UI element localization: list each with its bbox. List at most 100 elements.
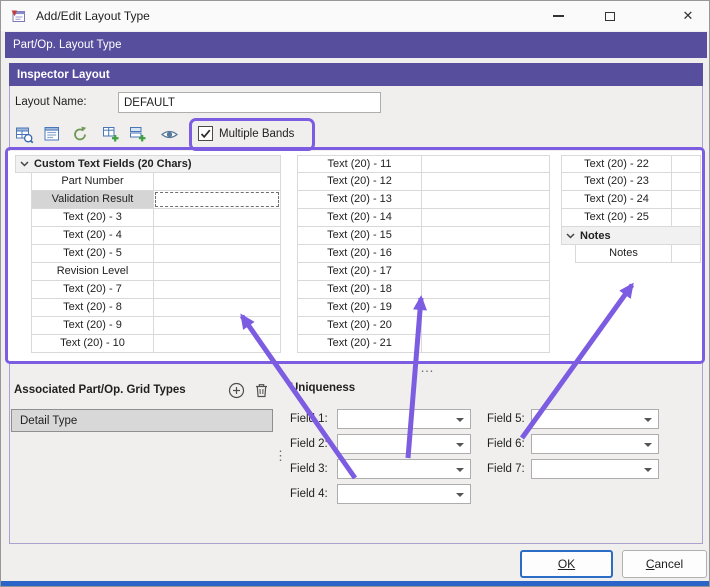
row-label[interactable]: Text (20) - 7 [32, 281, 154, 298]
row-value[interactable] [154, 245, 280, 262]
row-value[interactable] [154, 173, 280, 190]
grid-row[interactable]: Text (20) - 7 [31, 281, 281, 299]
vertical-splitter-handle[interactable]: ⋮ [274, 448, 287, 464]
group-header[interactable]: Notes [561, 227, 701, 245]
row-label[interactable]: Validation Result [32, 191, 154, 208]
cancel-button[interactable]: Cancel [622, 550, 707, 578]
row-value[interactable] [422, 156, 549, 172]
list-item[interactable]: Detail Type [11, 409, 273, 432]
field-combo[interactable] [337, 459, 471, 479]
preview-eye-icon[interactable] [159, 124, 179, 144]
ok-button[interactable]: OK [520, 550, 613, 578]
row-value[interactable] [422, 263, 549, 280]
row-label[interactable]: Revision Level [32, 263, 154, 280]
row-value[interactable] [422, 335, 549, 352]
row-value[interactable] [422, 227, 549, 244]
row-value[interactable] [422, 281, 549, 298]
row-value[interactable] [154, 191, 280, 208]
grid-row[interactable]: Part Number [31, 173, 281, 191]
card-view-icon[interactable] [42, 124, 62, 144]
refresh-icon[interactable] [70, 124, 90, 144]
group-header[interactable]: Custom Text Fields (20 Chars) [15, 155, 281, 173]
row-label[interactable]: Text (20) - 11 [298, 156, 422, 172]
grid-row[interactable]: Text (20) - 10 [31, 335, 281, 353]
row-label[interactable]: Text (20) - 25 [562, 209, 672, 226]
row-label[interactable]: Text (20) - 14 [298, 209, 422, 226]
row-label[interactable]: Text (20) - 18 [298, 281, 422, 298]
grid-row[interactable]: Text (20) - 16 [297, 245, 550, 263]
row-value[interactable] [672, 156, 700, 172]
grid-row[interactable]: Text (20) - 3 [31, 209, 281, 227]
row-label[interactable]: Text (20) - 22 [562, 156, 672, 172]
delete-grid-type-icon[interactable] [253, 382, 271, 400]
row-label[interactable]: Text (20) - 13 [298, 191, 422, 208]
grid-row[interactable]: Text (20) - 9 [31, 317, 281, 335]
row-value[interactable] [672, 191, 700, 208]
grid-row[interactable]: Text (20) - 13 [297, 191, 550, 209]
row-value[interactable] [154, 227, 280, 244]
grid-row[interactable]: Text (20) - 24 [561, 191, 701, 209]
layout-name-input[interactable] [118, 92, 381, 113]
row-label[interactable]: Text (20) - 8 [32, 299, 154, 316]
row-value[interactable] [422, 209, 549, 226]
add-column-icon[interactable] [128, 124, 148, 144]
grid-row[interactable]: Text (20) - 19 [297, 299, 550, 317]
row-value[interactable] [422, 191, 549, 208]
row-value[interactable] [154, 263, 280, 280]
field-combo[interactable] [531, 434, 659, 454]
grid-row[interactable]: Text (20) - 12 [297, 173, 550, 191]
grid-row[interactable]: Text (20) - 25 [561, 209, 701, 227]
grid-row[interactable]: Notes [575, 245, 701, 263]
row-label[interactable]: Text (20) - 17 [298, 263, 422, 280]
row-value[interactable] [422, 299, 549, 316]
grid-row[interactable]: Text (20) - 8 [31, 299, 281, 317]
add-grid-type-icon[interactable] [228, 382, 246, 400]
grid-row[interactable]: Text (20) - 14 [297, 209, 550, 227]
row-value[interactable] [154, 335, 280, 352]
grid-row[interactable]: Text (20) - 4 [31, 227, 281, 245]
grid-row[interactable]: Text (20) - 23 [561, 173, 701, 191]
minimize-button[interactable] [541, 1, 575, 31]
row-value[interactable] [154, 299, 280, 316]
field-combo[interactable] [531, 459, 659, 479]
grid-row[interactable]: Revision Level [31, 263, 281, 281]
grid-row[interactable]: Text (20) - 21 [297, 335, 550, 353]
grid-row[interactable]: Text (20) - 18 [297, 281, 550, 299]
row-label[interactable]: Notes [576, 245, 672, 262]
grid-row[interactable]: Text (20) - 5 [31, 245, 281, 263]
row-label[interactable]: Text (20) - 19 [298, 299, 422, 316]
grid-row[interactable]: Text (20) - 15 [297, 227, 550, 245]
add-band-icon[interactable] [101, 124, 121, 144]
row-value[interactable] [672, 173, 700, 190]
row-label[interactable]: Text (20) - 4 [32, 227, 154, 244]
row-label[interactable]: Text (20) - 15 [298, 227, 422, 244]
row-value[interactable] [672, 209, 700, 226]
field-combo[interactable] [531, 409, 659, 429]
row-label[interactable]: Text (20) - 12 [298, 173, 422, 190]
horizontal-splitter-handle[interactable]: … [420, 359, 435, 375]
close-button[interactable]: ✕ [669, 1, 707, 31]
field-combo[interactable] [337, 434, 471, 454]
row-value[interactable] [422, 317, 549, 334]
row-label[interactable]: Part Number [32, 173, 154, 190]
row-value[interactable] [672, 245, 700, 262]
multiple-bands-checkbox[interactable]: Multiple Bands [198, 126, 294, 141]
field-combo[interactable] [337, 409, 471, 429]
row-label[interactable]: Text (20) - 10 [32, 335, 154, 352]
row-value[interactable] [154, 209, 280, 226]
row-label[interactable]: Text (20) - 20 [298, 317, 422, 334]
row-label[interactable]: Text (20) - 9 [32, 317, 154, 334]
row-label[interactable]: Text (20) - 16 [298, 245, 422, 262]
row-value[interactable] [154, 317, 280, 334]
row-label[interactable]: Text (20) - 23 [562, 173, 672, 190]
row-value[interactable] [422, 173, 549, 190]
row-value[interactable] [154, 281, 280, 298]
grid-row[interactable]: Validation Result [31, 191, 281, 209]
grid-row[interactable]: Text (20) - 20 [297, 317, 550, 335]
field-combo[interactable] [337, 484, 471, 504]
row-label[interactable]: Text (20) - 21 [298, 335, 422, 352]
grid-row[interactable]: Text (20) - 17 [297, 263, 550, 281]
maximize-button[interactable] [593, 1, 627, 31]
row-value[interactable] [422, 245, 549, 262]
grid-search-icon[interactable] [14, 124, 34, 144]
